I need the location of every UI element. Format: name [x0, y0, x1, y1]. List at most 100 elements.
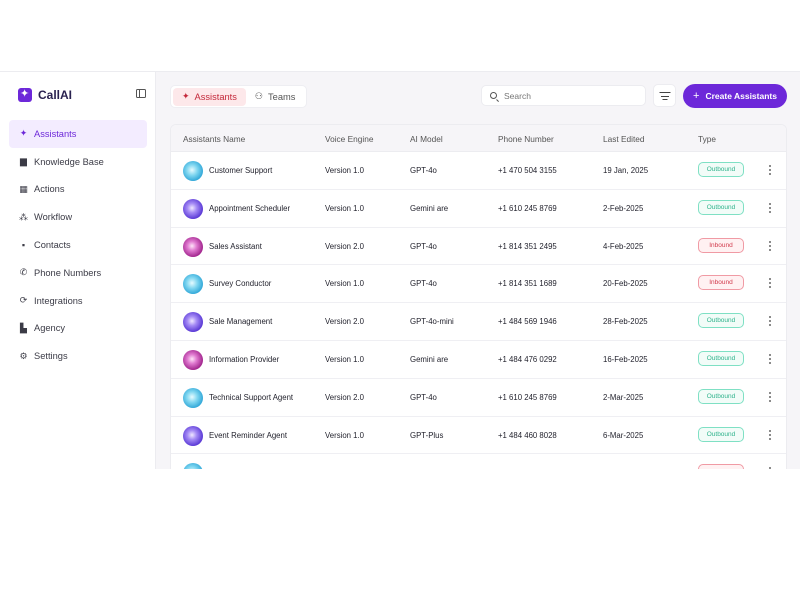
assistant-avatar [183, 161, 203, 181]
more-dot [769, 467, 771, 469]
last-edited: 6-Mar-2025 [603, 430, 644, 440]
more-options-icon[interactable] [767, 202, 773, 214]
type-badge: Outbound [698, 388, 744, 404]
sidebar-item-workflow[interactable]: ⁂ Workflow [9, 203, 147, 231]
plus-icon: + [693, 90, 700, 102]
table-row[interactable]: Technical Support Agent Version 2.0 GPT-4o… [171, 379, 786, 417]
more-options-icon[interactable] [767, 353, 773, 365]
sidebar-item-label: Phone Numbers [34, 267, 102, 278]
voice-engine: Version 2.0 [325, 392, 365, 402]
type-badge: Inbound [698, 237, 744, 253]
more-options-icon[interactable] [767, 466, 773, 469]
more-dot [769, 354, 771, 356]
sidebar-item-label: Actions [34, 184, 65, 195]
more-dot [769, 173, 771, 175]
sidebar-item-agency[interactable]: ▙ Agency [9, 315, 147, 343]
sidebar-item-phone-numbers[interactable]: ✆ Phone Numbers [9, 259, 147, 287]
table-row[interactable]: Customer Support Version 1.0 GPT-4o +1 470 … [171, 152, 786, 190]
search-input[interactable] [504, 90, 634, 101]
table-row[interactable]: Sale Management Version 2.0 GPT-4o-mini +1 … [171, 303, 786, 341]
brand[interactable]: CallAI [18, 87, 72, 103]
more-options-icon[interactable] [767, 429, 773, 441]
tab-teams[interactable]: ⚇ Teams [246, 88, 304, 106]
phone-number: +1 484 476 0292 [498, 355, 557, 364]
sidebar-item-settings[interactable]: ⚙ Settings [9, 342, 147, 370]
table-row[interactable]: Information Provider Version 1.0 Gemini ar… [171, 341, 786, 379]
sidebar-item-knowledge-base[interactable]: ▆ Knowledge Base [9, 148, 147, 176]
sidebar-item-actions[interactable]: ▦ Actions [9, 176, 147, 204]
table-row[interactable] [171, 454, 786, 469]
more-dot [769, 429, 771, 432]
collapse-sidebar-icon[interactable] [136, 89, 146, 98]
voice-engine: Version 1.0 [325, 279, 365, 289]
ai-model: GPT-Plus [410, 430, 444, 440]
ai-model: GPT-4o [410, 241, 437, 251]
sidebar-item-label: Workflow [34, 212, 73, 223]
more-dot [769, 286, 771, 289]
more-dot [769, 240, 771, 243]
voice-engine: Version 1.0 [325, 430, 365, 440]
last-edited: 4-Feb-2025 [603, 241, 644, 251]
filter-icon [659, 92, 670, 94]
tab-label: Assistants [194, 91, 237, 102]
create-assistants-button[interactable]: + Create Assistants [683, 84, 787, 108]
search-icon [490, 92, 497, 99]
column-header-voice-engine: Voice Engine [325, 134, 374, 144]
table-row[interactable]: Event Reminder Agent Version 1.0 GPT-Plus +… [171, 417, 786, 455]
more-dot [769, 244, 771, 247]
sidebar-item-contacts[interactable]: ▪ Contacts [9, 231, 147, 259]
type-badge: Outbound [698, 426, 744, 442]
tab-label: Teams [268, 91, 296, 102]
more-dot [769, 320, 771, 323]
sidebar-item-label: Settings [34, 351, 68, 362]
column-header-last-edited: Last Edited [603, 134, 645, 144]
more-dot [769, 316, 771, 319]
sidebar-item-integrations[interactable]: ⟳ Integrations [9, 287, 147, 315]
more-options-icon[interactable] [767, 391, 773, 403]
ai-model: GPT-4o [410, 166, 437, 175]
more-dot [769, 437, 771, 440]
more-options-icon[interactable] [767, 277, 773, 289]
table-row[interactable]: Survey Conductor Version 1.0 GPT-4o +1 814 … [171, 265, 786, 304]
assistant-name: Appointment Scheduler [209, 203, 291, 213]
type-badge: Outbound [698, 313, 744, 329]
more-options-icon[interactable] [767, 315, 773, 327]
assistant-name: Customer Support [209, 166, 273, 175]
type-badge: Outbound [698, 199, 744, 215]
assistant-name: Survey Conductor [209, 279, 272, 289]
sparkle-icon: ✦ [182, 91, 190, 101]
contacts-icon: ▪ [21, 239, 26, 250]
tab-bar: ✦ Assistants ⚇ Teams [170, 85, 308, 108]
column-header-name: Assistants Name [183, 134, 246, 144]
last-edited: 19 Jan, 2025 [603, 166, 649, 175]
sparkle-icon: ✦ [19, 128, 28, 139]
column-header-phone-number: Phone Number [498, 134, 554, 144]
assistant-avatar [183, 425, 203, 446]
voice-engine: Version 2.0 [325, 317, 365, 327]
assistant-name: Information Provider [209, 355, 280, 364]
last-edited: 28-Feb-2025 [603, 317, 648, 327]
assistant-avatar [183, 463, 203, 469]
voice-engine: Version 1.0 [325, 203, 365, 213]
more-options-icon[interactable] [767, 164, 773, 176]
sidebar-nav: ✦ Assistants ▆ Knowledge Base ▦ Actions … [9, 120, 147, 370]
more-dot [769, 358, 771, 360]
more-dot [769, 165, 771, 167]
assistant-avatar [183, 312, 203, 333]
users-icon: ⚇ [254, 91, 263, 101]
voice-engine: Version 1.0 [325, 355, 365, 364]
phone-number: +1 484 460 8028 [498, 430, 557, 440]
column-header-type: Type [698, 134, 716, 144]
search-box [481, 85, 646, 106]
tab-assistants[interactable]: ✦ Assistants [173, 87, 246, 106]
table-row[interactable]: Sales Assistant Version 2.0 GPT-4o +1 814 3… [171, 228, 786, 266]
more-dot [769, 362, 771, 364]
filter-button[interactable] [653, 84, 676, 107]
sidebar-item-assistants[interactable]: ✦ Assistants [9, 120, 147, 148]
last-edited: 20-Feb-2025 [603, 279, 648, 289]
more-dot [769, 248, 771, 251]
more-dot [769, 278, 771, 281]
more-options-icon[interactable] [767, 240, 773, 252]
more-dot [769, 391, 771, 394]
table-row[interactable]: Appointment Scheduler Version 1.0 Gemini a… [171, 190, 786, 228]
